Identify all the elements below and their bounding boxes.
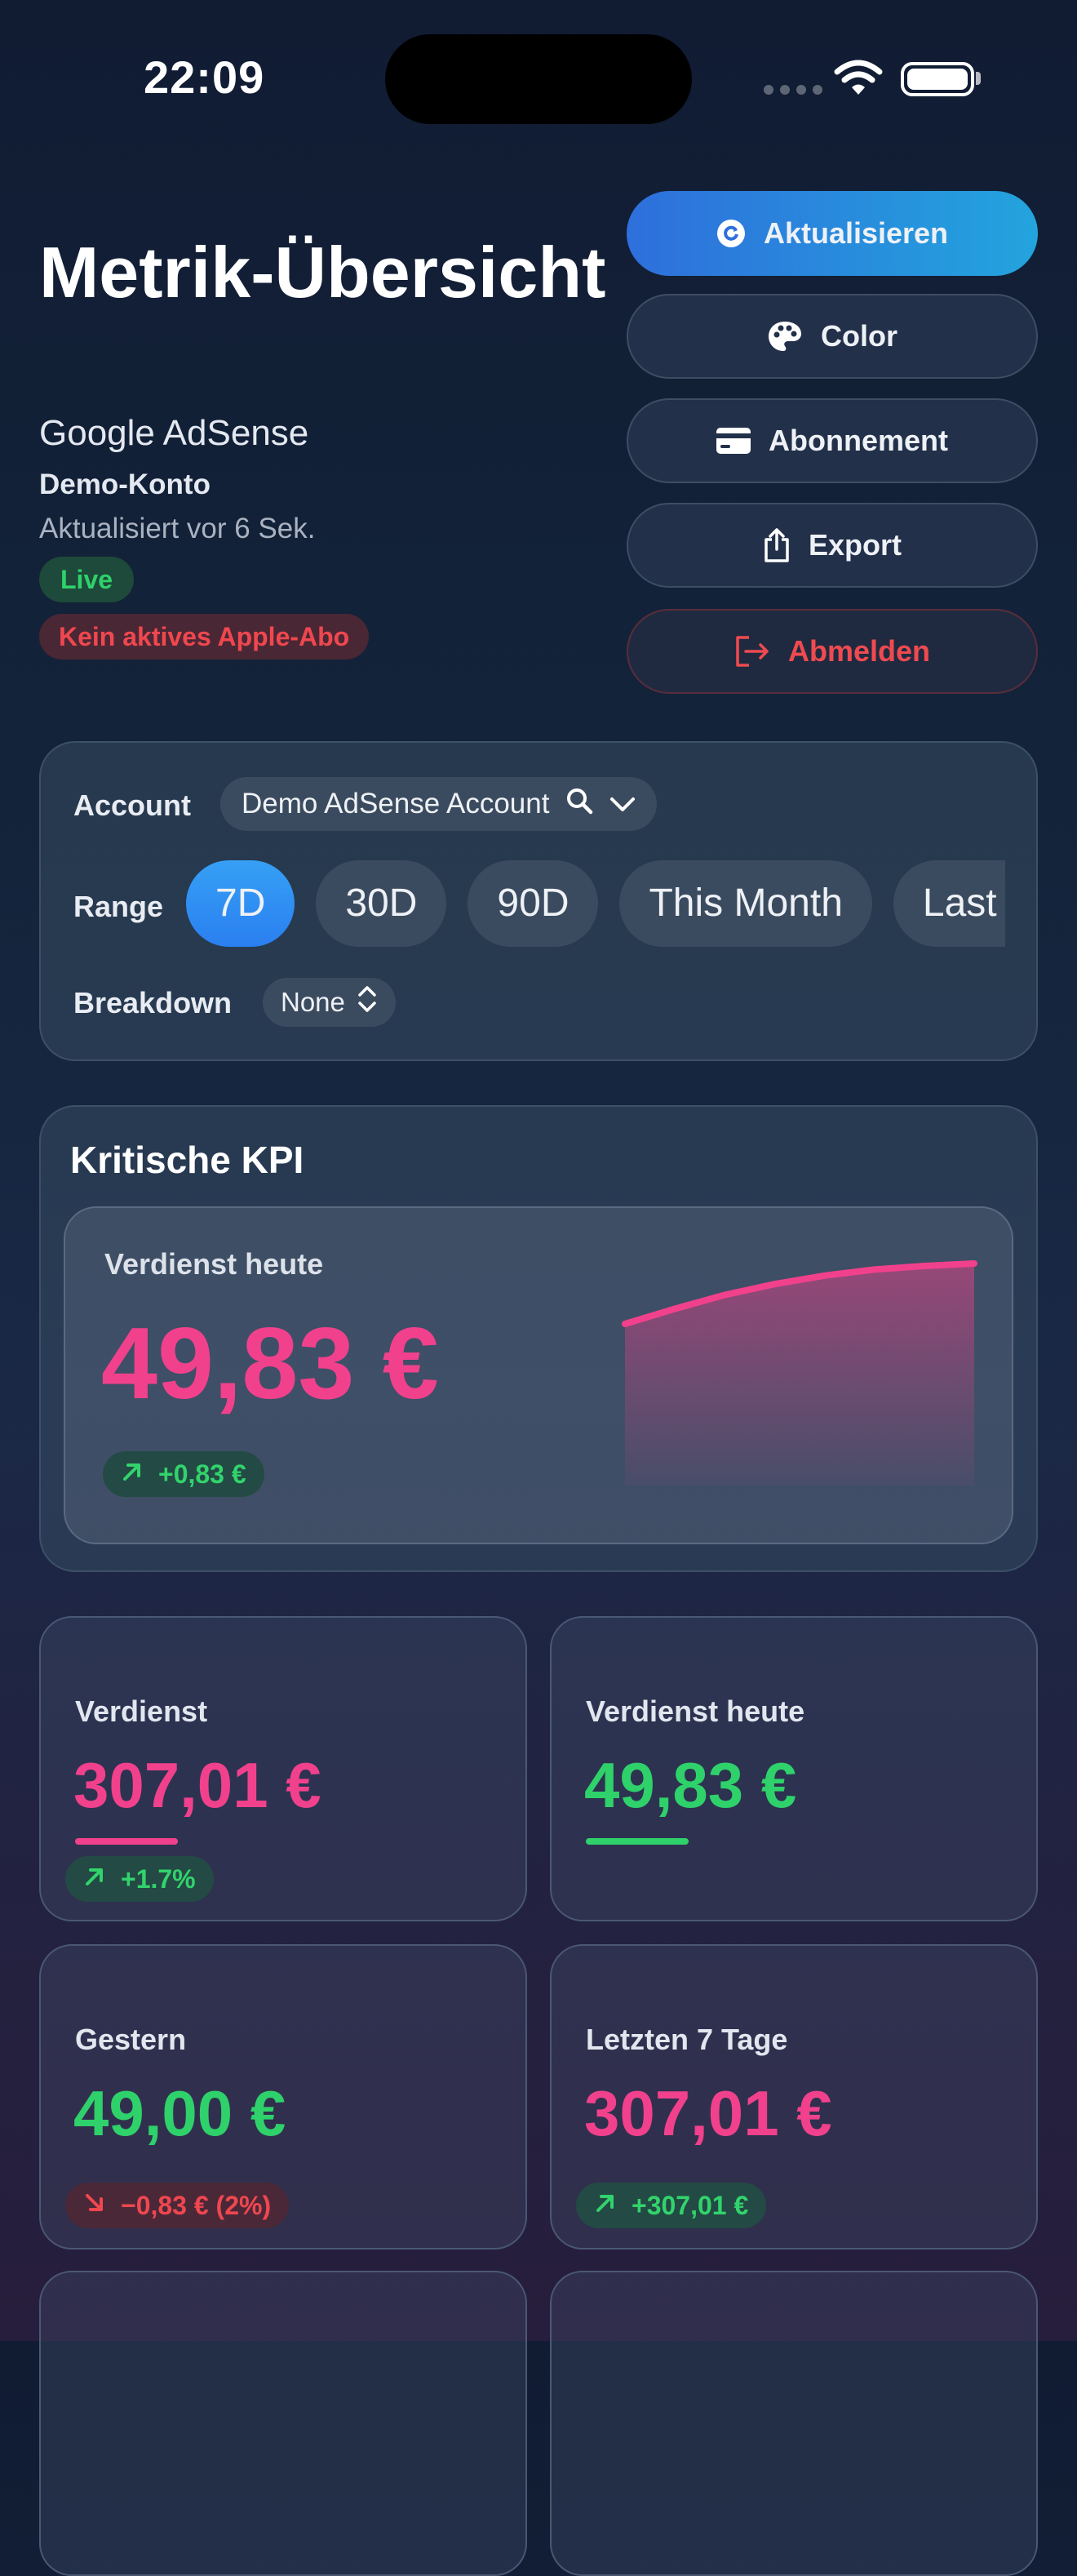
metric-label: Gestern bbox=[75, 2023, 187, 2056]
metric-card-partial[interactable] bbox=[550, 2271, 1038, 2576]
metric-value: 49,83 € bbox=[584, 1749, 797, 1821]
refresh-label: Aktualisieren bbox=[763, 216, 949, 250]
metric-label: Verdienst heute bbox=[586, 1694, 805, 1728]
color-label: Color bbox=[821, 319, 898, 353]
subscription-label: Abonnement bbox=[769, 424, 948, 457]
range-label: Range bbox=[73, 890, 164, 923]
subscription-status-badge: Kein aktives Apple-Abo bbox=[39, 614, 370, 660]
metric-accent-bar bbox=[586, 1838, 689, 1845]
account-selector[interactable]: Demo AdSense Account bbox=[220, 777, 658, 831]
kpi-label: Verdienst heute bbox=[104, 1247, 324, 1281]
credit-card-icon bbox=[716, 428, 751, 454]
metric-delta-value: −0,83 € (2%) bbox=[121, 2190, 272, 2220]
breakdown-value: None bbox=[281, 987, 345, 1017]
metric-label: Verdienst bbox=[75, 1694, 208, 1728]
refresh-icon bbox=[716, 219, 746, 248]
metric-delta-badge: −0,83 € (2%) bbox=[65, 2183, 290, 2228]
share-icon bbox=[763, 528, 791, 562]
logout-icon bbox=[734, 634, 770, 668]
arrow-up-right-icon bbox=[121, 1459, 144, 1490]
live-badge: Live bbox=[39, 557, 135, 602]
metric-card[interactable]: Letzten 7 Tage 307,01 € +307,01 € bbox=[550, 1944, 1038, 2250]
signal-icon bbox=[764, 85, 822, 95]
range-selector: 7D 30D 90D This Month Last Month bbox=[186, 860, 1005, 950]
range-chip-7d[interactable]: 7D bbox=[186, 860, 295, 947]
metric-accent-bar bbox=[75, 1838, 178, 1845]
chevron-down-icon bbox=[609, 788, 636, 820]
arrow-down-right-icon bbox=[83, 2191, 106, 2221]
metric-card[interactable]: Verdienst heute 49,83 € bbox=[550, 1616, 1038, 1921]
export-label: Export bbox=[808, 528, 902, 562]
kpi-value: 49,83 € bbox=[101, 1308, 439, 1420]
kpi-delta-value: +0,83 € bbox=[158, 1459, 246, 1489]
logout-label: Abmelden bbox=[787, 634, 931, 668]
sparkline-area bbox=[625, 1264, 974, 1486]
status-time: 22:09 bbox=[144, 51, 265, 103]
metric-label: Letzten 7 Tage bbox=[586, 2023, 788, 2056]
last-updated: Aktualisiert vor 6 Sek. bbox=[39, 513, 316, 544]
refresh-button[interactable]: Aktualisieren bbox=[627, 191, 1038, 276]
range-chip-90d[interactable]: 90D bbox=[468, 860, 599, 947]
page-title: Metrik-Übersicht bbox=[39, 232, 606, 313]
range-chip-this-month[interactable]: This Month bbox=[619, 860, 872, 947]
kpi-sparkline bbox=[622, 1260, 977, 1486]
metric-delta-badge: +307,01 € bbox=[576, 2183, 767, 2228]
logout-button[interactable]: Abmelden bbox=[627, 609, 1038, 694]
wifi-icon bbox=[834, 59, 883, 100]
kpi-section-title: Kritische KPI bbox=[70, 1139, 304, 1181]
account-value: Demo AdSense Account bbox=[242, 788, 550, 819]
color-button[interactable]: Color bbox=[627, 294, 1038, 379]
battery-tip bbox=[976, 72, 981, 85]
search-icon bbox=[565, 787, 593, 822]
battery-icon bbox=[901, 62, 974, 96]
export-button[interactable]: Export bbox=[627, 503, 1038, 588]
metric-card[interactable]: Verdienst 307,01 € +1.7% bbox=[39, 1616, 527, 1921]
metric-delta-value: +1.7% bbox=[121, 1863, 196, 1894]
metric-card-partial[interactable] bbox=[39, 2271, 527, 2576]
breakdown-selector[interactable]: None bbox=[263, 978, 396, 1027]
metric-card[interactable]: Gestern 49,00 € −0,83 € (2%) bbox=[39, 1944, 527, 2250]
palette-icon bbox=[767, 320, 803, 353]
metric-value: 307,01 € bbox=[584, 2077, 832, 2149]
chevron-up-down-icon bbox=[357, 984, 378, 1020]
account-label: Account bbox=[73, 788, 191, 822]
metric-delta-value: +307,01 € bbox=[632, 2190, 749, 2220]
metric-value: 307,01 € bbox=[73, 1749, 321, 1821]
kpi-delta-badge: +0,83 € bbox=[103, 1451, 264, 1497]
range-chip-30d[interactable]: 30D bbox=[316, 860, 447, 947]
metric-delta-badge: +1.7% bbox=[65, 1856, 214, 1902]
range-chip-last-month[interactable]: Last Month bbox=[893, 860, 1005, 947]
breakdown-label: Breakdown bbox=[73, 986, 233, 1019]
subscription-button[interactable]: Abonnement bbox=[627, 398, 1038, 483]
metric-value: 49,00 € bbox=[73, 2077, 286, 2149]
arrow-up-right-icon bbox=[83, 1864, 106, 1894]
account-type: Demo-Konto bbox=[39, 469, 211, 500]
arrow-up-right-icon bbox=[594, 2191, 617, 2221]
dynamic-island bbox=[385, 34, 692, 124]
provider-name: Google AdSense bbox=[39, 413, 309, 453]
